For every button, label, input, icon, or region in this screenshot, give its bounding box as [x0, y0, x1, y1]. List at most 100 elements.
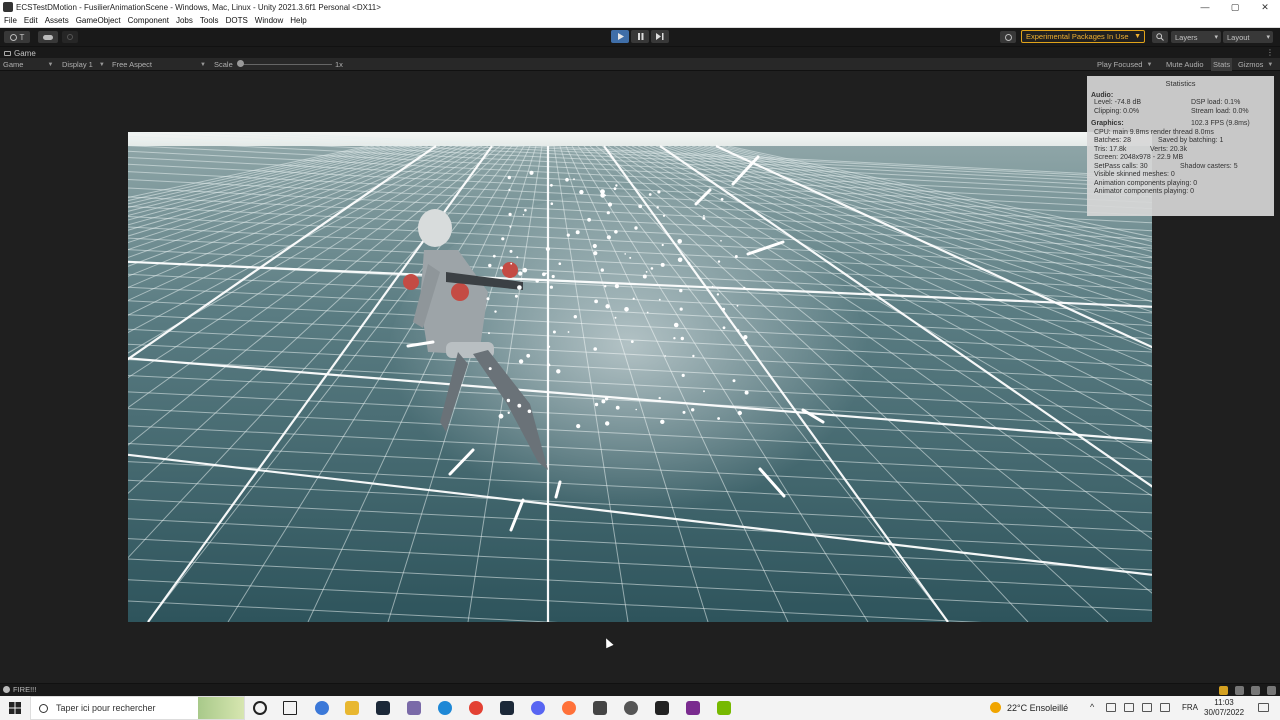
- menu-dots[interactable]: DOTS: [226, 16, 248, 25]
- menu-bar: File Edit Assets GameObject Component Jo…: [0, 14, 1280, 28]
- debug-mode-icon[interactable]: [1251, 686, 1260, 695]
- gizmos-dropdown[interactable]: Gizmos ▼: [1238, 58, 1273, 71]
- menu-gameobject[interactable]: GameObject: [76, 16, 121, 25]
- notifications-icon[interactable]: [1258, 703, 1269, 712]
- cache-server-icon[interactable]: [1235, 686, 1244, 695]
- tab-game[interactable]: Game: [4, 48, 36, 58]
- spark-particle: [488, 332, 490, 335]
- rider-icon[interactable]: [686, 701, 700, 715]
- spark-particle: [681, 373, 685, 377]
- play-focused-dropdown[interactable]: Play Focused ▼: [1097, 58, 1152, 71]
- spark-particle: [624, 307, 629, 312]
- clock[interactable]: 11:03 30/07/2022: [1204, 698, 1244, 718]
- taskbar-search-input[interactable]: Taper ici pour rechercher: [30, 696, 245, 720]
- menu-file[interactable]: File: [4, 16, 17, 25]
- menu-tools[interactable]: Tools: [200, 16, 219, 25]
- spark-particle: [573, 178, 575, 181]
- file-explorer-icon[interactable]: [345, 701, 359, 715]
- search-highlight-image: [198, 697, 244, 719]
- game-viewport[interactable]: [128, 132, 1152, 622]
- spark-particle: [658, 298, 661, 301]
- battery-icon[interactable]: [1160, 703, 1170, 712]
- spark-particle: [545, 246, 550, 252]
- spark-particle: [573, 315, 577, 319]
- console-message[interactable]: FIRE!!!: [3, 685, 36, 694]
- minimize-button[interactable]: —: [1190, 0, 1220, 14]
- spark-particle: [615, 184, 618, 187]
- language-indicator[interactable]: FRA: [1182, 703, 1198, 712]
- clock-time: 11:03: [1214, 698, 1234, 707]
- tray-app-icon[interactable]: [1106, 703, 1116, 712]
- search-button[interactable]: [1152, 31, 1168, 43]
- unity-hub-icon[interactable]: [593, 701, 607, 715]
- firefox-icon[interactable]: [562, 701, 576, 715]
- chevron-down-icon: ▼: [98, 61, 105, 68]
- game-mode-dropdown[interactable]: Game ▼: [3, 58, 53, 71]
- spark-particle: [614, 316, 617, 319]
- start-button[interactable]: [0, 696, 30, 720]
- aspect-dropdown[interactable]: Free Aspect ▼: [112, 58, 206, 71]
- weather-widget[interactable]: 22°C Ensoleillé: [990, 702, 1068, 713]
- steam-icon[interactable]: [376, 701, 390, 715]
- more-options-icon[interactable]: ⋮: [1266, 48, 1274, 57]
- spark-particle: [682, 410, 686, 414]
- edge-icon[interactable]: [438, 701, 452, 715]
- layers-dropdown[interactable]: Layers ▾: [1171, 31, 1221, 43]
- play-icon: [617, 33, 624, 40]
- collab-button[interactable]: [62, 31, 78, 43]
- chevron-up-icon[interactable]: ^: [1090, 702, 1094, 712]
- obs-icon[interactable]: [624, 701, 638, 715]
- volume-icon[interactable]: [1142, 703, 1152, 712]
- spark-particle: [606, 235, 611, 240]
- spark-particle: [615, 405, 620, 410]
- nvidia-icon[interactable]: [717, 701, 731, 715]
- app-icon-1[interactable]: [315, 701, 329, 715]
- menu-edit[interactable]: Edit: [24, 16, 38, 25]
- wifi-icon[interactable]: [1124, 703, 1134, 712]
- auto-generate-lighting-icon[interactable]: [1267, 686, 1276, 695]
- account-button[interactable]: T: [4, 31, 30, 43]
- close-button[interactable]: ✕: [1250, 0, 1280, 14]
- menu-jobs[interactable]: Jobs: [176, 16, 193, 25]
- spark-particle: [508, 188, 511, 191]
- unity-editor-icon[interactable]: [655, 701, 669, 715]
- cortana-icon[interactable]: [253, 701, 267, 715]
- app-icon-2[interactable]: [407, 701, 421, 715]
- history-button[interactable]: [1000, 31, 1016, 43]
- scale-slider-track[interactable]: [240, 64, 332, 65]
- discord-icon[interactable]: [531, 701, 545, 715]
- spark-particle: [551, 274, 555, 279]
- spark-particle: [494, 310, 497, 313]
- spark-particle: [501, 237, 505, 241]
- menu-assets[interactable]: Assets: [45, 16, 69, 25]
- layout-dropdown[interactable]: Layout ▾: [1223, 31, 1273, 43]
- maximize-button[interactable]: ▢: [1220, 0, 1250, 14]
- spark-particle: [607, 202, 613, 207]
- step-button[interactable]: [651, 30, 669, 43]
- cloud-button[interactable]: [38, 31, 58, 43]
- display-dropdown[interactable]: Display 1 ▼: [62, 58, 105, 71]
- chevron-down-icon: ▼: [1146, 61, 1153, 68]
- task-view-icon[interactable]: [283, 701, 297, 715]
- menu-help[interactable]: Help: [290, 16, 306, 25]
- play-button[interactable]: [611, 30, 629, 43]
- console-message-text: FIRE!!!: [13, 685, 37, 694]
- menu-component[interactable]: Component: [128, 16, 169, 25]
- chrome-icon[interactable]: [469, 701, 483, 715]
- mute-audio-toggle[interactable]: Mute Audio: [1166, 58, 1204, 71]
- progress-icon[interactable]: [1219, 686, 1228, 695]
- experimental-packages-dropdown[interactable]: Experimental Packages In Use ▼: [1021, 30, 1145, 43]
- pause-button[interactable]: [631, 30, 649, 43]
- scale-slider-handle[interactable]: [237, 60, 244, 67]
- spark-particle: [657, 190, 661, 194]
- game-view-controls: Game ▼ Display 1 ▼ Free Aspect ▼ Scale 1…: [0, 58, 1280, 71]
- menu-window[interactable]: Window: [255, 16, 283, 25]
- spark-particle: [717, 417, 720, 420]
- stats-toggle[interactable]: Stats: [1211, 58, 1233, 71]
- spark-particle: [702, 217, 706, 220]
- experimental-packages-label: Experimental Packages In Use: [1026, 32, 1129, 41]
- game-render: [128, 132, 1152, 622]
- shadow-casters-readout: Shadow casters: 5: [1180, 162, 1238, 170]
- steam-alt-icon[interactable]: [500, 701, 514, 715]
- audio-level: Level: -74.8 dB: [1094, 99, 1142, 106]
